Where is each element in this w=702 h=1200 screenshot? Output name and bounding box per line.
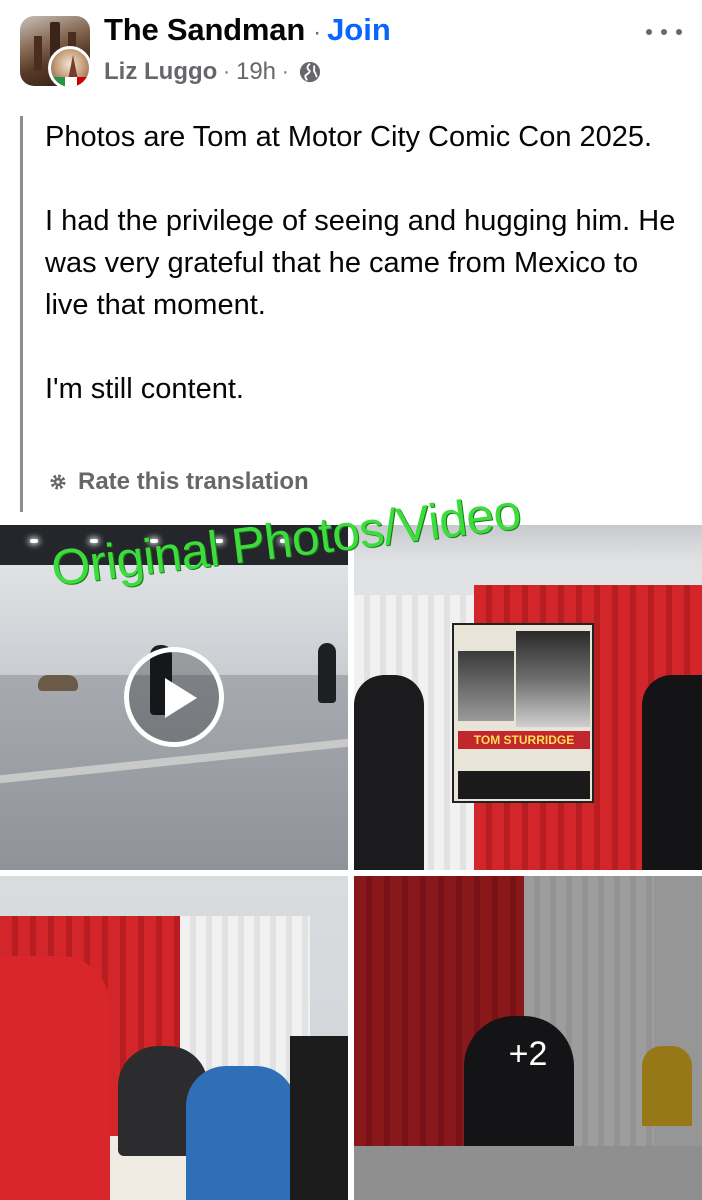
rate-translation-label: Rate this translation xyxy=(78,468,309,495)
post-meta: Liz Luggo · 19h · xyxy=(104,58,321,86)
globe-icon xyxy=(299,61,320,83)
post-timestamp[interactable]: 19h xyxy=(236,58,276,86)
poster-name: TOM STURRIDGE xyxy=(458,731,590,749)
photo-tile[interactable] xyxy=(0,876,348,1200)
rate-translation-link[interactable]: Rate this translation xyxy=(48,468,309,496)
poster-image: TOM STURRIDGE xyxy=(452,623,594,803)
play-icon[interactable] xyxy=(124,647,224,747)
post-header: The Sandman · Join Liz Luggo · 19h · xyxy=(0,0,702,110)
more-photos-count: +2 xyxy=(508,1035,548,1073)
author-avatar[interactable] xyxy=(48,46,92,90)
separator: · xyxy=(282,60,289,83)
post-text: Photos are Tom at Motor City Comic Con 2… xyxy=(45,116,682,410)
separator: · xyxy=(223,60,230,83)
join-button[interactable]: Join xyxy=(327,12,391,48)
title-row: The Sandman · Join xyxy=(104,12,391,48)
group-name-link[interactable]: The Sandman xyxy=(104,12,305,48)
media-grid: TOM STURRIDGE xyxy=(0,525,702,1200)
post-body: Photos are Tom at Motor City Comic Con 2… xyxy=(20,116,682,512)
post-paragraph: I'm still content. xyxy=(45,373,244,405)
post-paragraph: Photos are Tom at Motor City Comic Con 2… xyxy=(45,121,653,153)
gear-icon xyxy=(50,474,66,490)
post-paragraph: I had the privilege of seeing and huggin… xyxy=(45,205,676,321)
more-options-icon[interactable] xyxy=(646,22,682,42)
separator: · xyxy=(313,19,322,46)
author-name-link[interactable]: Liz Luggo xyxy=(104,58,217,86)
photo-tile[interactable]: TOM STURRIDGE xyxy=(354,525,702,870)
